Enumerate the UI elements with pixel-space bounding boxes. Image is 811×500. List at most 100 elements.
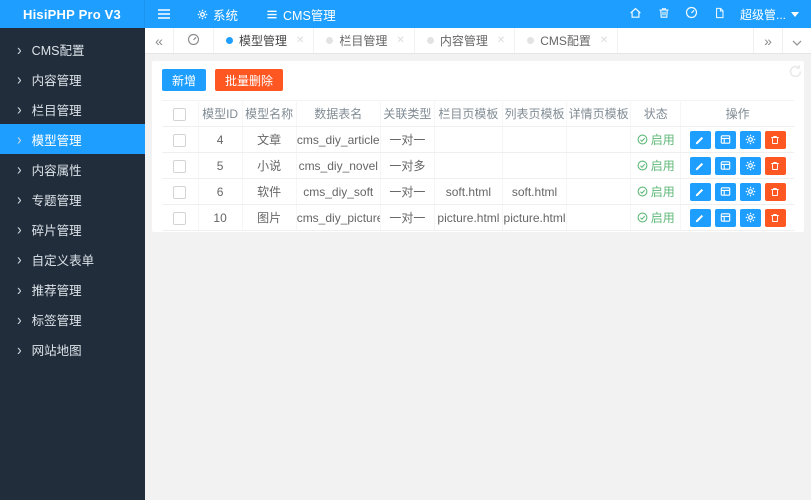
user-menu[interactable]: 超级管... xyxy=(734,0,811,28)
chevron-right-icon: › xyxy=(17,189,22,209)
tab-cms-config[interactable]: CMS配置 ✕ xyxy=(515,28,619,53)
add-button[interactable]: 新增 xyxy=(162,69,207,91)
chevron-right-icon: › xyxy=(17,219,22,239)
sidebar-item-label: 内容管理 xyxy=(31,73,82,88)
tab-dot-icon xyxy=(326,37,334,44)
cell-list-template: soft.html xyxy=(502,178,568,205)
gear-icon xyxy=(197,9,208,20)
tab-dot-icon xyxy=(527,37,535,44)
tab-home[interactable] xyxy=(174,28,214,53)
sidebar-item-cms-config[interactable]: › CMS配置 xyxy=(0,34,145,64)
chevron-right-icon: › xyxy=(17,339,22,359)
edit-icon xyxy=(695,162,704,170)
tabs-menu-button[interactable] xyxy=(782,28,811,53)
tabs-scroll-right-button[interactable]: » xyxy=(753,28,782,53)
delete-button[interactable] xyxy=(764,182,786,201)
settings-button[interactable] xyxy=(739,182,761,201)
close-icon[interactable]: ✕ xyxy=(296,35,304,46)
edit-button[interactable] xyxy=(689,208,711,227)
fields-button[interactable] xyxy=(714,130,736,149)
topnav-cms-label: CMS管理 xyxy=(283,8,336,23)
refresh-icon[interactable] xyxy=(788,64,803,82)
tab-model-manage[interactable]: 模型管理 ✕ xyxy=(214,28,315,53)
sidebar-item-fragment-manage[interactable]: › 碎片管理 xyxy=(0,214,145,244)
close-icon[interactable]: ✕ xyxy=(600,35,608,46)
tab-column-manage[interactable]: 栏目管理 ✕ xyxy=(314,28,415,53)
clear-cache-button[interactable] xyxy=(650,0,678,28)
tab-content-manage[interactable]: 内容管理 ✕ xyxy=(415,28,516,53)
edit-button[interactable] xyxy=(689,130,711,149)
settings-button[interactable] xyxy=(739,130,761,149)
sidebar-item-tag-manage[interactable]: › 标签管理 xyxy=(0,304,145,334)
row-checkbox[interactable] xyxy=(173,211,187,225)
docs-button[interactable] xyxy=(706,0,734,28)
tab-dot-icon xyxy=(226,37,233,44)
model-table: 模型ID 模型名称 数据表名 关联类型 栏目页模板 列表页模板 详情页模板 状态… xyxy=(162,100,794,231)
row-checkbox[interactable] xyxy=(173,185,187,199)
batch-delete-button[interactable]: 批量删除 xyxy=(215,69,284,91)
sidebar-item-label: 栏目管理 xyxy=(31,103,82,118)
sidebar-item-column-manage[interactable]: › 栏目管理 xyxy=(0,94,145,124)
topnav-system[interactable]: 系统 xyxy=(183,0,252,28)
sidebar-item-topic-manage[interactable]: › 专题管理 xyxy=(0,184,145,214)
gear-icon xyxy=(745,186,755,197)
tabs-scroll-left-button[interactable]: « xyxy=(145,28,174,53)
sidebar-item-content-manage[interactable]: › 内容管理 xyxy=(0,64,145,94)
row-checkbox[interactable] xyxy=(173,133,187,147)
settings-button[interactable] xyxy=(739,208,761,227)
cell-table-name: cms_diy_picture xyxy=(296,204,381,231)
cell-list-template: picture.html xyxy=(502,204,568,231)
sidebar-item-content-attr[interactable]: › 内容属性 xyxy=(0,154,145,184)
fields-button[interactable] xyxy=(714,182,736,201)
sidebar-item-label: 网站地图 xyxy=(31,343,82,358)
close-icon[interactable]: ✕ xyxy=(497,35,505,46)
fields-button[interactable] xyxy=(714,208,736,227)
row-checkbox[interactable] xyxy=(173,159,187,173)
delete-button[interactable] xyxy=(764,208,786,227)
home-button[interactable] xyxy=(622,0,650,28)
monitor-button[interactable] xyxy=(678,0,706,28)
delete-button[interactable] xyxy=(764,130,786,149)
chevron-right-icon: › xyxy=(17,129,22,149)
delete-button[interactable] xyxy=(764,156,786,175)
sidebar-item-custom-form[interactable]: › 自定义表单 xyxy=(0,244,145,274)
edit-button[interactable] xyxy=(689,156,711,175)
edit-button[interactable] xyxy=(689,182,711,201)
sidebar-item-label: 碎片管理 xyxy=(31,223,82,238)
settings-button[interactable] xyxy=(739,156,761,175)
sidebar-item-model-manage[interactable]: › 模型管理 xyxy=(0,124,145,154)
cell-detail-template xyxy=(566,126,632,153)
row-actions xyxy=(689,156,786,175)
check-circle-icon xyxy=(637,212,648,223)
topnav-cms[interactable]: CMS管理 xyxy=(252,0,350,28)
select-all-checkbox[interactable] xyxy=(173,107,187,121)
status-badge[interactable]: 启用 xyxy=(637,209,675,226)
sidebar-item-recommend-manage[interactable]: › 推荐管理 xyxy=(0,274,145,304)
status-badge[interactable]: 启用 xyxy=(637,183,675,200)
cell-relation: 一对一 xyxy=(380,204,435,231)
close-icon[interactable]: ✕ xyxy=(396,35,404,46)
content-area: 新增 批量删除 模型ID 模型名称 数据表名 关联类型 栏目页模板 列表页模板 … xyxy=(145,54,811,239)
fields-icon xyxy=(720,187,730,196)
cell-model-name: 图片 xyxy=(242,204,297,231)
tab-label: 内容管理 xyxy=(439,34,488,48)
col-header-table-name: 数据表名 xyxy=(296,100,381,127)
file-icon xyxy=(714,7,725,22)
chevron-down-icon xyxy=(792,33,802,49)
sidebar-item-sitemap[interactable]: › 网站地图 xyxy=(0,334,145,364)
sidebar: › CMS配置 › 内容管理 › 栏目管理 › 模型管理 › 内容属性 › 专题管理 › 碎片… xyxy=(0,28,145,500)
edit-icon xyxy=(695,214,704,222)
status-badge[interactable]: 启用 xyxy=(637,131,675,148)
chevron-right-icon: › xyxy=(17,279,22,299)
col-header-detail-template: 详情页模板 xyxy=(566,100,632,127)
trash-icon xyxy=(771,187,779,196)
tab-label: CMS配置 xyxy=(540,34,591,48)
cell-relation: 一对一 xyxy=(380,178,435,205)
topnav-system-label: 系统 xyxy=(213,8,239,23)
sidebar-toggle-button[interactable] xyxy=(145,0,183,28)
cell-index-template: picture.html xyxy=(434,204,503,231)
status-badge[interactable]: 启用 xyxy=(637,157,675,174)
fields-button[interactable] xyxy=(714,156,736,175)
chevron-right-icon: › xyxy=(17,249,22,269)
